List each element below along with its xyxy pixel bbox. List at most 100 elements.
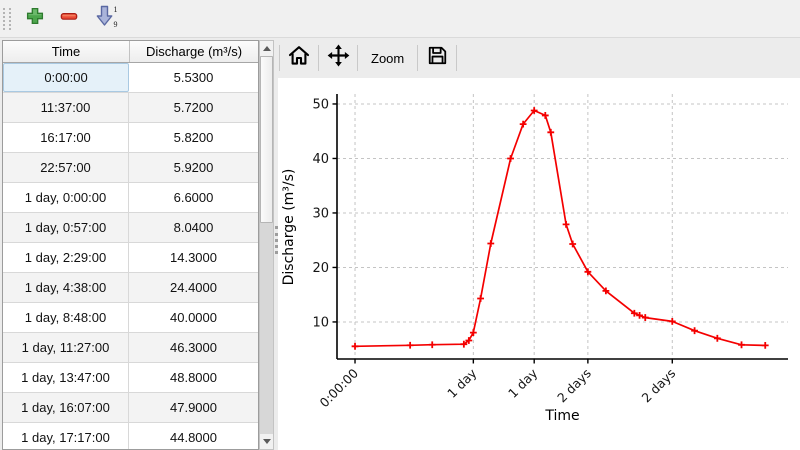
- data-marker: [738, 341, 745, 348]
- data-marker: [477, 295, 484, 302]
- data-marker: [352, 343, 359, 350]
- table-row[interactable]: 11:37:005.7200: [3, 93, 258, 123]
- chart-toolbar: Zoom: [279, 42, 457, 74]
- remove-row-button[interactable]: [55, 5, 83, 33]
- data-marker: [669, 318, 676, 325]
- home-icon: [288, 45, 310, 71]
- discharge-cell[interactable]: 24.4000: [129, 273, 258, 302]
- pan-move-icon: [327, 44, 350, 72]
- y-tick-label: 30: [312, 206, 329, 221]
- table-row[interactable]: 1 day, 11:27:0046.3000: [3, 333, 258, 363]
- time-cell[interactable]: 0:00:00: [3, 63, 129, 92]
- time-cell[interactable]: 1 day, 13:47:00: [3, 363, 129, 392]
- x-tick-label: 2 days: [554, 366, 594, 406]
- scrollbar-thumb[interactable]: [260, 56, 273, 223]
- save-button[interactable]: [418, 43, 456, 73]
- minus-icon: [59, 6, 79, 31]
- x-axis-label: Time: [544, 408, 579, 424]
- table-row[interactable]: 1 day, 2:29:0014.3000: [3, 243, 258, 273]
- table-row[interactable]: 16:17:005.8200: [3, 123, 258, 153]
- time-cell[interactable]: 1 day, 0:57:00: [3, 213, 129, 242]
- data-marker: [487, 240, 494, 247]
- y-tick-label: 50: [312, 97, 329, 112]
- time-cell[interactable]: 1 day, 4:38:00: [3, 273, 129, 302]
- table-row[interactable]: 22:57:005.9200: [3, 153, 258, 183]
- table-header: Time Discharge (m³/s): [3, 41, 258, 63]
- x-tick-label: 2 days: [639, 366, 679, 406]
- y-axis-label: Discharge (m³/s): [281, 169, 297, 286]
- discharge-cell[interactable]: 40.0000: [129, 303, 258, 332]
- y-tick-label: 10: [312, 315, 329, 330]
- home-button[interactable]: [280, 43, 318, 73]
- column-header-discharge[interactable]: Discharge (m³/s): [130, 41, 258, 62]
- time-cell[interactable]: 16:17:00: [3, 123, 129, 152]
- table-row[interactable]: 1 day, 0:57:008.0400: [3, 213, 258, 243]
- save-icon: [427, 45, 448, 71]
- time-cell[interactable]: 1 day, 17:17:00: [3, 423, 129, 450]
- data-marker: [547, 129, 554, 136]
- discharge-cell[interactable]: 5.5300: [129, 63, 258, 92]
- data-marker: [569, 241, 576, 248]
- time-cell[interactable]: 1 day, 16:07:00: [3, 393, 129, 422]
- discharge-cell[interactable]: 47.9000: [129, 393, 258, 422]
- table-scrollbar[interactable]: [259, 40, 274, 450]
- arrow-up-icon: [263, 46, 271, 51]
- y-tick-label: 40: [312, 152, 329, 167]
- discharge-cell[interactable]: 44.8000: [129, 423, 258, 450]
- table-row[interactable]: 1 day, 13:47:0048.8000: [3, 363, 258, 393]
- time-cell[interactable]: 1 day, 11:27:00: [3, 333, 129, 362]
- table-row[interactable]: 1 day, 8:48:0040.0000: [3, 303, 258, 333]
- discharge-cell[interactable]: 46.3000: [129, 333, 258, 362]
- discharge-chart[interactable]: 10 20 30 40 50 0:00:00 1 day 1 day 2 days 2 days D…: [278, 78, 800, 450]
- zoom-button[interactable]: Zoom: [358, 43, 417, 73]
- main-toolbar: 1 9: [0, 0, 800, 38]
- data-line: [355, 111, 765, 347]
- discharge-cell[interactable]: 5.7200: [129, 93, 258, 122]
- time-cell[interactable]: 1 day, 2:29:00: [3, 243, 129, 272]
- table-row[interactable]: 1 day, 0:00:006.6000: [3, 183, 258, 213]
- toolbar-grip[interactable]: [3, 8, 11, 30]
- table-row[interactable]: 0:00:005.5300: [3, 63, 258, 93]
- x-tick-label: 1 day: [505, 365, 541, 401]
- pan-button[interactable]: [319, 43, 357, 73]
- timeseries-table: Time Discharge (m³/s) 0:00:005.530011:37…: [2, 40, 259, 450]
- arrow-down-icon: [263, 439, 271, 444]
- plus-icon: [25, 6, 45, 31]
- time-cell[interactable]: 1 day, 8:48:00: [3, 303, 129, 332]
- discharge-cell[interactable]: 5.8200: [129, 123, 258, 152]
- discharge-cell[interactable]: 8.0400: [129, 213, 258, 242]
- data-marker: [407, 342, 414, 349]
- data-marker: [691, 327, 698, 334]
- discharge-cell[interactable]: 6.6000: [129, 183, 258, 212]
- sort-ascending-button[interactable]: 1 9: [89, 5, 123, 33]
- time-cell[interactable]: 11:37:00: [3, 93, 129, 122]
- discharge-cell[interactable]: 14.3000: [129, 243, 258, 272]
- data-marker: [714, 335, 721, 342]
- x-tick-label: 0:00:00: [316, 365, 361, 410]
- table-row[interactable]: 1 day, 17:17:0044.8000: [3, 423, 258, 450]
- sort-ascending-icon: 1 9: [93, 4, 120, 33]
- scroll-down-button[interactable]: [260, 434, 273, 449]
- time-cell[interactable]: 22:57:00: [3, 153, 129, 182]
- chart-figure: 10 20 30 40 50 0:00:00 1 day 1 day 2 days 2 days D…: [278, 78, 800, 450]
- data-marker: [762, 342, 769, 349]
- table-body: 0:00:005.530011:37:005.720016:17:005.820…: [3, 63, 258, 450]
- discharge-cell[interactable]: 5.9200: [129, 153, 258, 182]
- table-row[interactable]: 1 day, 4:38:0024.4000: [3, 273, 258, 303]
- toolbar-separator: [456, 45, 457, 71]
- data-marker: [563, 221, 570, 228]
- data-marker: [507, 155, 514, 162]
- data-marker: [542, 112, 549, 119]
- add-row-button[interactable]: [21, 5, 49, 33]
- x-tick-label: 1 day: [444, 365, 480, 401]
- zoom-button-label: Zoom: [371, 51, 404, 66]
- svg-text:1: 1: [113, 5, 117, 14]
- scroll-up-button[interactable]: [260, 41, 273, 56]
- y-tick-label: 20: [312, 261, 329, 276]
- table-row[interactable]: 1 day, 16:07:0047.9000: [3, 393, 258, 423]
- time-cell[interactable]: 1 day, 0:00:00: [3, 183, 129, 212]
- column-header-time[interactable]: Time: [3, 41, 130, 62]
- svg-text:9: 9: [113, 20, 117, 28]
- discharge-cell[interactable]: 48.8000: [129, 363, 258, 392]
- data-marker: [429, 341, 436, 348]
